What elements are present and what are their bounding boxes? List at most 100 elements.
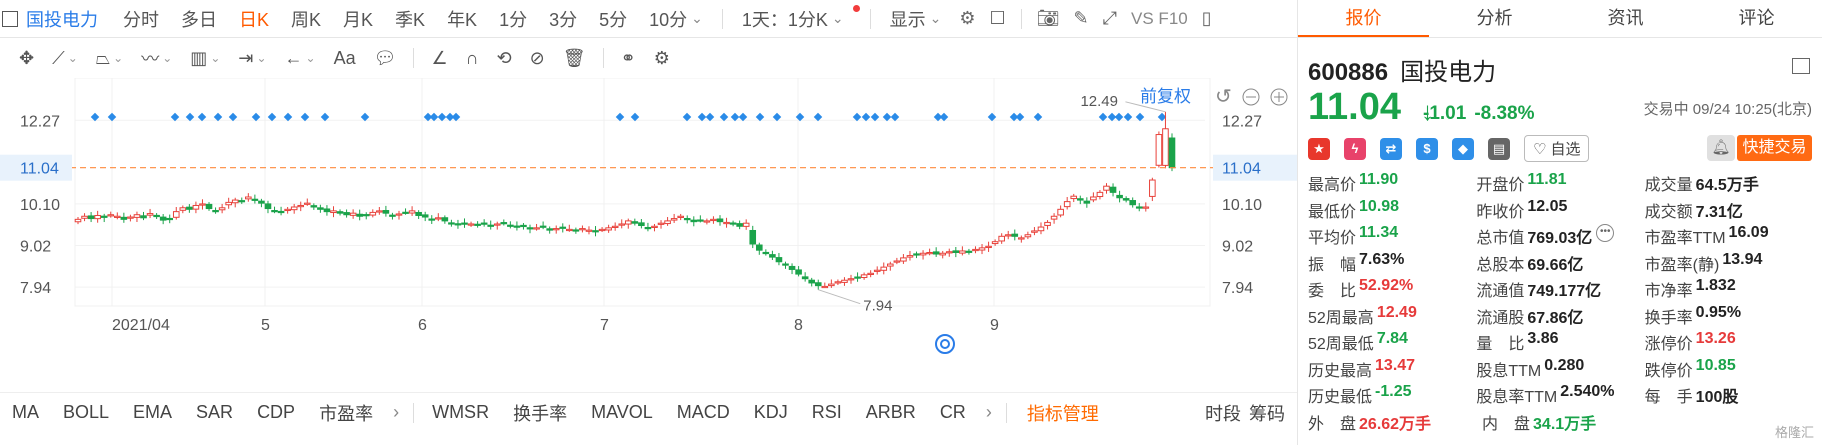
quote-value: 10.85 — [1695, 356, 1736, 374]
reset-zoom-icon[interactable]: ↺ — [1215, 86, 1232, 108]
tab-comments[interactable]: 评论 — [1691, 0, 1822, 37]
settings-gear-icon[interactable]: ⚙ — [952, 8, 982, 29]
draw-settings-icon[interactable]: ⚙ — [645, 48, 679, 69]
display-dropdown[interactable]: 显示 — [879, 6, 953, 32]
arrow-tool-icon[interactable]: ← ⌄ — [276, 48, 325, 69]
line-tool-icon[interactable]: ⟋ ⌄ — [43, 48, 87, 69]
tab-analysis[interactable]: 分析 — [1429, 0, 1560, 37]
magnet-icon[interactable]: ∩ — [457, 48, 488, 69]
candle-body — [133, 214, 141, 218]
adjust-restore-link[interactable]: 前复权 — [1140, 87, 1191, 106]
notebook-icon[interactable]: ▤ — [1488, 137, 1510, 160]
kline-chart[interactable]: 11.04 11.04 12.27 12.27 10.10 10.10 9.02 9.02… — [0, 78, 1297, 390]
camera-icon[interactable]: 📷︎ — [1030, 8, 1067, 29]
cn-flag-icon[interactable]: ★ — [1308, 137, 1330, 160]
tab-news[interactable]: 资讯 — [1560, 0, 1691, 37]
period-intraday[interactable]: 分时 — [112, 6, 170, 32]
measure-tool-icon[interactable]: ⇥ ⌄ — [229, 48, 275, 69]
tab-quote[interactable]: 报价 — [1298, 0, 1429, 37]
stock-name-link[interactable]: 国投电力 — [26, 6, 98, 32]
text-tool-icon[interactable]: Aa — [325, 48, 365, 69]
period-10min[interactable]: 10分 — [638, 6, 714, 32]
indicator-manage-button[interactable]: 指标管理 — [1013, 400, 1113, 426]
vs-f10-button[interactable]: VS F10 — [1124, 9, 1195, 29]
sync-icon[interactable]: ⟲ — [488, 48, 521, 69]
chevron-right-icon[interactable]: › — [978, 402, 1000, 423]
shuffle-icon[interactable]: ⇄ — [1380, 137, 1402, 160]
time-segment-button[interactable]: 时段 — [1201, 400, 1245, 426]
interval-select[interactable]: 1天：1分K — [731, 6, 855, 32]
period-5min[interactable]: 5分 — [588, 6, 638, 32]
candle-body — [788, 265, 796, 270]
trash-icon[interactable]: 🗑︎ — [554, 48, 595, 69]
period-daily[interactable]: 日K — [228, 6, 280, 32]
indicator-cr[interactable]: CR — [928, 402, 978, 423]
indicator-cdp[interactable]: CDP — [245, 402, 307, 423]
quote-cell: 量 比 3.86 — [1476, 330, 1644, 354]
candle-body — [402, 211, 409, 214]
search-q-icon[interactable] — [935, 334, 955, 354]
period-monthly[interactable]: 月K — [332, 6, 384, 32]
more-icon[interactable]: ••• — [1596, 224, 1615, 243]
chip-distribution-button[interactable]: 筹码 — [1245, 400, 1297, 426]
candle-body — [461, 222, 468, 225]
fullscreen-icon[interactable]: ⤢ — [1096, 8, 1124, 29]
candle-body — [454, 223, 462, 226]
sidebar-toggle-icon[interactable]: ▯ — [1195, 8, 1219, 29]
angle-tool-icon[interactable]: ∠ — [422, 48, 456, 69]
pencil-icon[interactable]: ✎ — [1067, 8, 1096, 29]
trading-status: 交易中 09/24 10:25(北京) — [1643, 101, 1812, 118]
tag-icon[interactable]: ◆ — [1452, 137, 1474, 160]
quote-value: 1.832 — [1695, 277, 1736, 295]
quote-row: 52周最低 7.84 量 比 3.86 涨停价 13.26 — [1308, 329, 1813, 356]
comment-tool-icon[interactable]: 💬︎ — [365, 48, 406, 69]
fib-tool-icon[interactable]: ▥ ⌄ — [181, 48, 229, 69]
dollar-icon[interactable]: $ — [1416, 137, 1438, 160]
period-weekly[interactable]: 周K — [280, 6, 332, 32]
candle-body — [507, 224, 514, 227]
indicator-wmsr[interactable]: WMSR — [420, 402, 501, 423]
quote-value: 2.540% — [1560, 383, 1615, 401]
candle-body — [611, 225, 619, 228]
indicator-macd[interactable]: MACD — [665, 402, 742, 423]
indicator-pe[interactable]: 市盈率 — [307, 400, 385, 426]
menu-icon[interactable] — [1792, 58, 1810, 74]
quick-trade-button[interactable]: 快捷交易 — [1737, 135, 1812, 161]
candle-body — [1129, 200, 1136, 206]
candle-body — [900, 257, 907, 262]
current-price-label-left: 11.04 — [20, 161, 59, 178]
hide-drawings-icon[interactable]: ⊘ — [521, 48, 554, 69]
period-yearly[interactable]: 年K — [436, 6, 488, 32]
polyline-tool-icon[interactable]: ⏢ ⌄ — [87, 48, 132, 69]
indicator-rsi[interactable]: RSI — [800, 402, 854, 423]
chevron-right-icon[interactable]: › — [385, 402, 407, 423]
candle-body — [153, 214, 160, 218]
candle-body — [841, 279, 848, 283]
period-quarterly[interactable]: 季K — [384, 6, 436, 32]
compare-icon[interactable]: ⚭ — [612, 48, 645, 69]
bell-icon[interactable]: 🔔︎ — [1707, 135, 1735, 161]
period-multiday[interactable]: 多日 — [170, 6, 228, 32]
indicator-arbr[interactable]: ARBR — [854, 402, 928, 423]
indicator-sar[interactable]: SAR — [184, 402, 245, 423]
quote-cell: 委 比 52.92% — [1308, 277, 1476, 301]
kline-chart-svg[interactable]: 11.04 11.04 12.27 12.27 10.10 10.10 9.02 9.02… — [0, 78, 1297, 390]
indicator-boll[interactable]: BOLL — [51, 402, 121, 423]
candle-body — [736, 223, 743, 227]
indicator-kdj[interactable]: KDJ — [742, 402, 800, 423]
candle-body — [120, 216, 128, 220]
indicator-ema[interactable]: EMA — [121, 402, 184, 423]
color-square-icon[interactable]: ☐ — [983, 8, 1013, 29]
indicator-ma[interactable]: MA — [0, 402, 51, 423]
period-1min[interactable]: 1分 — [488, 6, 538, 32]
lightning-icon[interactable]: ϟ — [1344, 137, 1366, 160]
quote-cell: 股息率TTM 2.540% — [1476, 383, 1644, 407]
add-watchlist-button[interactable]: ♡ 自选 — [1524, 135, 1590, 162]
wave-tool-icon[interactable]: 〰 ⌄ — [132, 45, 181, 71]
indicator-mavol[interactable]: MAVOL — [579, 402, 665, 423]
move-crosshair-icon[interactable]: ✥ — [10, 48, 43, 69]
quote-value: 64.5万手 — [1695, 177, 1759, 195]
indicator-turnover[interactable]: 换手率 — [501, 400, 579, 426]
window-icon[interactable] — [2, 10, 18, 27]
period-3min[interactable]: 3分 — [538, 6, 588, 32]
